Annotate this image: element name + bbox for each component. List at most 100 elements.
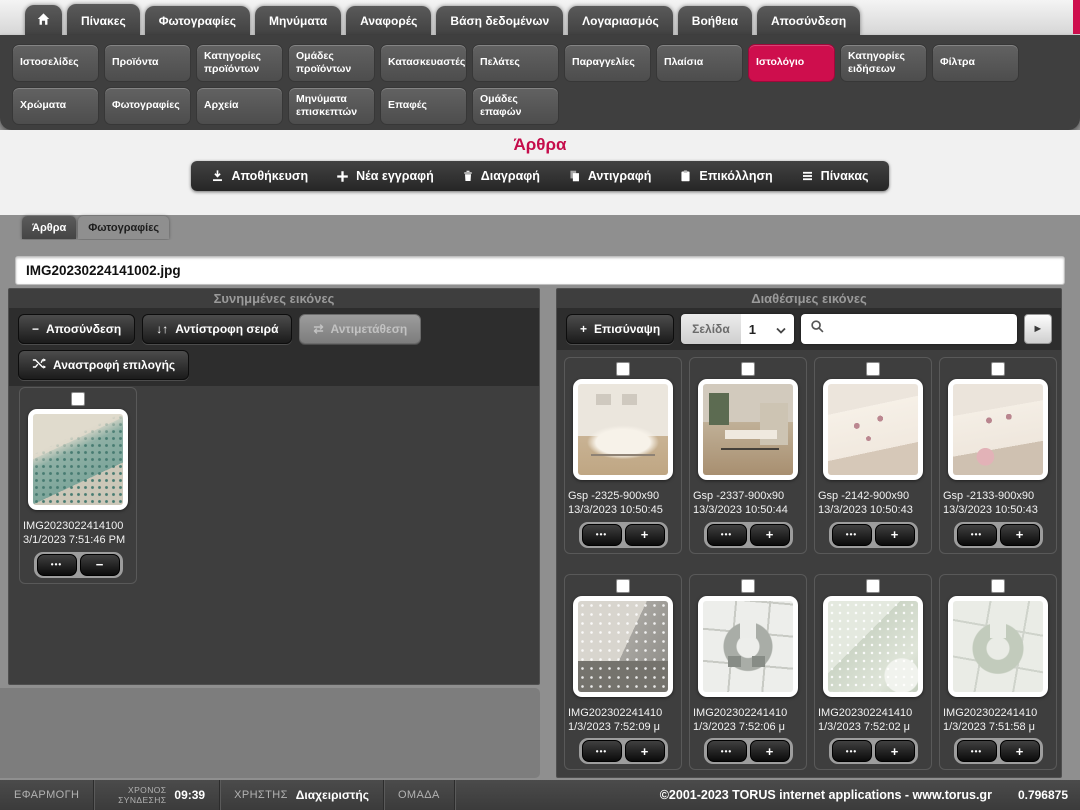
image-checkbox[interactable] [991, 362, 1005, 376]
card-more-button[interactable]: ••• [832, 524, 872, 546]
image-thumbnail[interactable] [573, 379, 673, 480]
card-add-button[interactable]: + [1000, 524, 1040, 546]
card-more-button[interactable]: ••• [832, 740, 872, 762]
image-thumbnail[interactable] [948, 379, 1048, 480]
transpose-button[interactable]: ⇄ Αντιμετάθεση [299, 314, 421, 344]
image-caption: Gsp -2325-900x90 13/3/2023 10:50:45 [568, 489, 678, 518]
image-checkbox[interactable] [616, 362, 630, 376]
module-visitor-messages[interactable]: Μηνύματα επισκεπτών [288, 87, 375, 125]
reverse-order-button[interactable]: ↓↑ Αντίστροφη σειρά [142, 314, 292, 344]
card-more-button[interactable]: ••• [582, 524, 622, 546]
tab-articles[interactable]: Άρθρα [22, 216, 76, 239]
card-more-button[interactable]: ••• [582, 740, 622, 762]
tab-photographs[interactable]: Φωτογραφίες [78, 216, 169, 239]
card-add-button[interactable]: + [875, 524, 915, 546]
image-checkbox[interactable] [741, 362, 755, 376]
tab-photos-nav[interactable]: Φωτογραφίες [145, 6, 250, 35]
tab-logout[interactable]: Αποσύνδεση [757, 6, 860, 35]
module-news-categories[interactable]: Κατηγορίες ειδήσεων [840, 44, 927, 82]
table-icon [801, 170, 814, 182]
table-button[interactable]: Πίνακας [789, 164, 881, 188]
tab-account[interactable]: Λογαριασμός [568, 6, 673, 35]
invert-selection-button[interactable]: Αναστροφή επιλογής [18, 350, 189, 380]
thumbnail-photo [828, 384, 918, 475]
swap-arrows-icon: ⇄ [313, 322, 323, 336]
module-colors[interactable]: Χρώματα [12, 87, 99, 125]
module-manufacturers[interactable]: Κατασκευαστές [380, 44, 467, 82]
card-more-button[interactable]: ••• [707, 740, 747, 762]
image-thumbnail[interactable] [28, 409, 128, 510]
delete-label: Διαγραφή [481, 169, 540, 183]
image-checkbox[interactable] [991, 579, 1005, 593]
card-add-button[interactable]: + [875, 740, 915, 762]
new-record-label: Νέα εγγραφή [356, 169, 434, 183]
card-more-button[interactable]: ••• [37, 554, 77, 576]
module-filters[interactable]: Φίλτρα [932, 44, 1019, 82]
image-thumbnail[interactable] [823, 379, 923, 480]
content-area: Συνημμένες εικόνες − Αποσύνδεση ↓↑ Αντίσ… [0, 240, 1080, 780]
filename-input[interactable] [15, 256, 1065, 285]
card-more-button[interactable]: ••• [957, 524, 997, 546]
card-add-button[interactable]: + [1000, 740, 1040, 762]
image-checkbox[interactable] [71, 392, 85, 406]
card-more-button[interactable]: ••• [707, 524, 747, 546]
card-add-button[interactable]: + [625, 524, 665, 546]
image-checkbox[interactable] [866, 362, 880, 376]
module-photos[interactable]: Φωτογραφίες [104, 87, 191, 125]
module-blog[interactable]: Ιστολόγιο [748, 44, 835, 82]
tab-tables[interactable]: Πίνακες [67, 4, 140, 35]
card-buttons: ••• + [704, 738, 793, 764]
image-caption: Gsp -2142-900x90 13/3/2023 10:50:43 [818, 489, 928, 518]
save-button[interactable]: Αποθήκευση [199, 164, 320, 188]
image-caption: IMG202302241410 1/3/2023 7:52:02 μ [818, 706, 928, 735]
paste-label: Επικόλληση [699, 169, 772, 183]
image-checkbox[interactable] [866, 579, 880, 593]
card-add-button[interactable]: + [750, 740, 790, 762]
tab-help[interactable]: Βοήθεια [678, 6, 752, 35]
image-date: 3/1/2023 7:51:46 PM [23, 533, 133, 547]
image-checkbox[interactable] [616, 579, 630, 593]
available-panel-toolbar: + Επισύναψη Σελίδα 1 ► [557, 308, 1061, 350]
user-value: Διαχειριστής [296, 788, 369, 802]
module-websites[interactable]: Ιστοσελίδες [12, 44, 99, 82]
available-image-card: IMG202302241410 1/3/2023 7:51:58 μ ••• + [939, 574, 1057, 771]
card-add-button[interactable]: + [750, 524, 790, 546]
module-product-categories[interactable]: Κατηγορίες προϊόντων [196, 44, 283, 82]
copy-label: Αντιγραφή [588, 169, 652, 183]
image-thumbnail[interactable] [698, 379, 798, 480]
module-contact-groups[interactable]: Ομάδες επαφών [472, 87, 559, 125]
image-thumbnail[interactable] [698, 596, 798, 697]
card-more-button[interactable]: ••• [957, 740, 997, 762]
module-frames[interactable]: Πλαίσια [656, 44, 743, 82]
module-orders[interactable]: Παραγγελίες [564, 44, 651, 82]
image-thumbnail[interactable] [948, 596, 1048, 697]
image-name: IMG2023022414100 [23, 519, 133, 533]
image-thumbnail[interactable] [573, 596, 673, 697]
detach-button[interactable]: − Αποσύνδεση [18, 314, 135, 344]
module-customers[interactable]: Πελάτες [472, 44, 559, 82]
copy-button[interactable]: Αντιγραφή [556, 164, 664, 188]
page-select[interactable]: 1 [741, 314, 794, 344]
delete-button[interactable]: Διαγραφή [450, 164, 552, 188]
attached-toolbar-row-2: Αναστροφή επιλογής [18, 350, 530, 380]
card-remove-button[interactable]: − [80, 554, 120, 576]
image-caption: Gsp -2133-900x90 13/3/2023 10:50:43 [943, 489, 1053, 518]
image-thumbnail[interactable] [823, 596, 923, 697]
module-product-groups[interactable]: Ομάδες προϊόντων [288, 44, 375, 82]
card-add-button[interactable]: + [625, 740, 665, 762]
attach-button[interactable]: + Επισύναψη [566, 314, 674, 344]
tab-reports[interactable]: Αναφορές [346, 6, 431, 35]
image-checkbox[interactable] [741, 579, 755, 593]
new-record-button[interactable]: Νέα εγγραφή [324, 164, 446, 188]
tab-messages[interactable]: Μηνύματα [255, 6, 341, 35]
module-contacts[interactable]: Επαφές [380, 87, 467, 125]
available-image-card: Gsp -2133-900x90 13/3/2023 10:50:43 ••• … [939, 357, 1057, 554]
next-page-button[interactable]: ► [1024, 314, 1052, 344]
paste-button[interactable]: Επικόλληση [667, 164, 784, 188]
user-label: ΧΡΗΣΤΗΣ [234, 789, 288, 801]
module-products[interactable]: Προϊόντα [104, 44, 191, 82]
search-input[interactable] [832, 322, 1008, 337]
module-files[interactable]: Αρχεία [196, 87, 283, 125]
home-tab[interactable] [25, 5, 62, 35]
tab-database[interactable]: Βάση δεδομένων [436, 6, 563, 35]
